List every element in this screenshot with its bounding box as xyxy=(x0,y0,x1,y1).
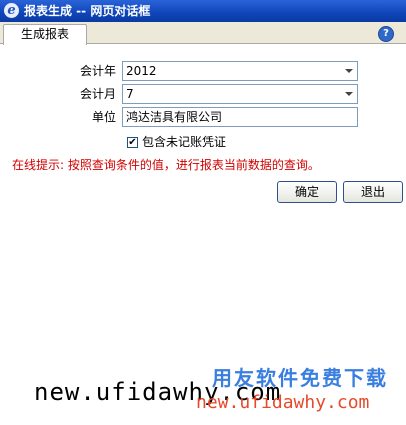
exit-button[interactable]: 退出 xyxy=(343,181,403,203)
unit-label: 单位 xyxy=(91,110,116,124)
include-unposted-label[interactable]: 包含未记账凭证 xyxy=(142,134,226,150)
month-select[interactable]: 7 xyxy=(122,84,358,104)
month-label: 会计月 xyxy=(79,87,116,101)
ok-button[interactable]: 确定 xyxy=(277,181,337,203)
title-bar: e 报表生成 -- 网页对话框 xyxy=(0,0,406,22)
month-value: 7 xyxy=(126,87,134,101)
watermark-url-orange: new.ufidawhy.com xyxy=(196,392,370,413)
year-select[interactable]: 2012 xyxy=(122,61,358,81)
tab-strip: 生成报表 ? xyxy=(0,22,406,45)
year-value: 2012 xyxy=(126,64,157,78)
tab-generate-report[interactable]: 生成报表 xyxy=(3,24,87,45)
online-hint: 在线提示: 按照查询条件的值，进行报表当前数据的查询。 xyxy=(12,158,320,172)
unit-input[interactable]: 鸿达洁具有限公司 xyxy=(122,107,358,127)
window-title: 报表生成 -- 网页对话框 xyxy=(24,4,151,18)
ie-icon: e xyxy=(4,3,19,18)
year-label: 会计年 xyxy=(79,64,116,78)
unit-value: 鸿达洁具有限公司 xyxy=(126,110,223,124)
help-icon[interactable]: ? xyxy=(378,26,394,42)
chevron-down-icon[interactable] xyxy=(345,92,353,96)
include-unposted-checkbox[interactable]: ✔ xyxy=(127,137,138,148)
chevron-down-icon[interactable] xyxy=(345,69,353,73)
